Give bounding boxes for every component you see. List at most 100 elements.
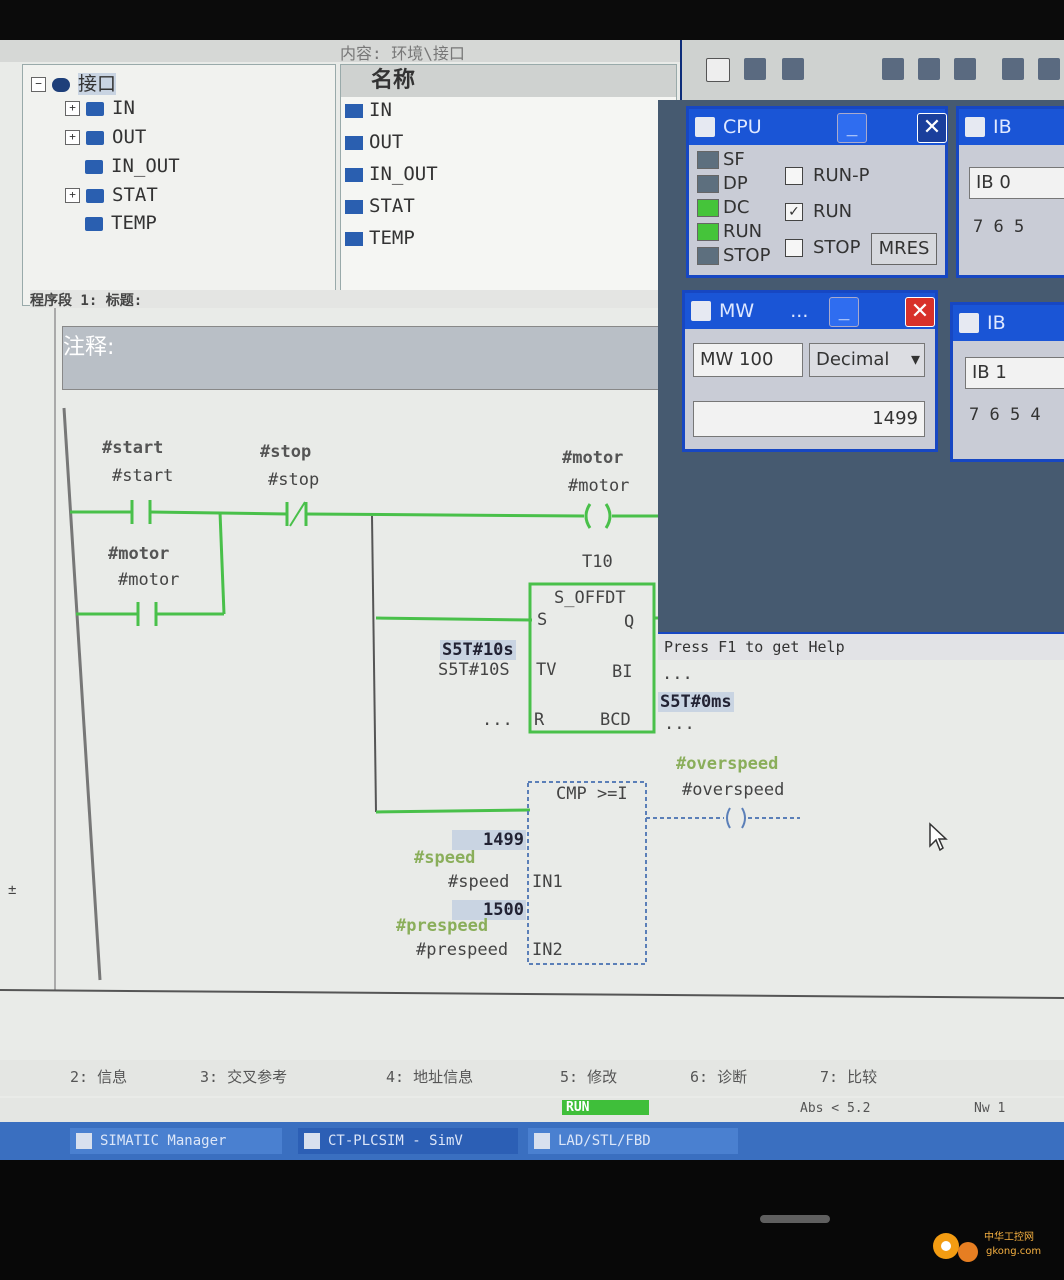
tv-status-value: S5T#10s — [440, 640, 516, 660]
mw-window-title[interactable]: MW ... — [685, 293, 935, 329]
stop-status-label: #stop — [260, 442, 312, 462]
stop-checkbox[interactable]: STOP — [785, 237, 860, 258]
minimize-button[interactable]: _ — [837, 113, 867, 143]
stop-contact-slash — [289, 501, 306, 527]
tab-address-info[interactable]: 4: 地址信息 — [386, 1066, 473, 1087]
output-tabs: 2: 信息 3: 交叉参考 4: 地址信息 5: 修改 6: 诊断 7: 比较 — [0, 1060, 1064, 1096]
prespeed-status-name: #prespeed — [396, 916, 489, 936]
ib0-window-title[interactable]: IB — [959, 109, 1064, 145]
run-p-checkbox[interactable]: RUN-P — [785, 165, 870, 186]
cpu-icon — [695, 117, 715, 137]
taskbar-simatic-manager[interactable]: SIMATIC Manager — [70, 1128, 282, 1154]
tab-compare[interactable]: 7: 比较 — [820, 1066, 877, 1087]
tree-item-in-out[interactable]: IN_OUT — [85, 155, 180, 177]
variable-icon — [86, 101, 104, 116]
variable-icon — [86, 130, 104, 145]
start-operand[interactable]: #start — [112, 466, 173, 486]
cpu-window-title[interactable]: CPU — [689, 109, 945, 145]
plcsim-icon — [304, 1133, 320, 1149]
close-button[interactable]: ✕ — [905, 297, 935, 327]
timer-s-wire — [375, 616, 533, 622]
overspeed-operand[interactable]: #overspeed — [682, 780, 784, 800]
tree-item-stat[interactable]: + STAT — [65, 184, 158, 206]
compare-type: CMP >=I — [556, 784, 628, 804]
run-checkbox[interactable]: ✓ RUN — [785, 201, 852, 222]
minimize-button[interactable]: _ — [829, 297, 859, 327]
network-title[interactable]: 程序段 1: 标题: — [30, 290, 670, 309]
mw-value-field[interactable]: 1499 — [693, 401, 925, 437]
expand-icon[interactable]: + — [65, 101, 80, 116]
list-item[interactable]: IN — [345, 99, 392, 121]
left-marker-icon: ± — [8, 882, 17, 898]
bcd-status-value: S5T#0ms — [658, 692, 734, 712]
dp-led-icon — [697, 175, 719, 193]
stop-operand[interactable]: #stop — [268, 470, 319, 490]
list-item[interactable]: OUT — [345, 131, 403, 153]
reflection — [760, 1215, 830, 1223]
copy-icon[interactable] — [918, 58, 940, 80]
tab-info[interactable]: 2: 信息 — [70, 1066, 127, 1087]
svg-text:中华工控网: 中华工控网 — [984, 1230, 1034, 1243]
list-item[interactable]: STAT — [345, 195, 415, 217]
bcd-operand[interactable]: ... — [664, 714, 695, 734]
branch-wire — [218, 511, 226, 615]
cpu-window: CPU _ ✕ SF DP DC RUN STOP RUN-P ✓ RUN STO… — [686, 106, 948, 278]
tree-item-temp[interactable]: TEMP — [85, 212, 157, 234]
lad-icon — [534, 1133, 550, 1149]
r-operand[interactable]: ... — [482, 710, 513, 730]
cut-icon[interactable] — [882, 58, 904, 80]
monitor-bezel — [0, 1160, 1064, 1280]
prespeed-operand[interactable]: #prespeed — [416, 940, 508, 960]
compare-pin-in2: IN2 — [532, 940, 563, 960]
tab-modify[interactable]: 5: 修改 — [560, 1066, 617, 1087]
expand-icon[interactable]: + — [65, 130, 80, 145]
check-icon: ✓ — [785, 203, 803, 221]
taskbar-plcsim[interactable]: CT-PLCSIM - SimV — [298, 1128, 518, 1154]
open-icon[interactable] — [744, 58, 766, 80]
timer-name[interactable]: T10 — [582, 552, 613, 572]
tv-operand[interactable]: S5T#10S — [438, 660, 510, 680]
branch-wire — [371, 515, 377, 813]
mw-address-field[interactable]: MW 100 — [693, 343, 803, 377]
speed-status-name: #speed — [414, 848, 476, 868]
list-item[interactable]: IN_OUT — [345, 163, 438, 185]
cmp-wire — [375, 808, 531, 814]
bi-operand[interactable]: ... — [662, 664, 693, 684]
format-dropdown[interactable]: Decimal ▾ — [809, 343, 925, 377]
tab-diagnose[interactable]: 6: 诊断 — [690, 1066, 747, 1087]
close-button[interactable]: ✕ — [917, 113, 947, 143]
new-icon[interactable] — [706, 58, 730, 82]
save-icon[interactable] — [782, 58, 804, 80]
insert-output-icon[interactable] — [1038, 58, 1060, 80]
plcsim-status-bar: Press F1 to get Help — [658, 632, 1064, 660]
ib1-window-title[interactable]: IB — [953, 305, 1064, 341]
ib1-address-field[interactable]: IB 1 — [965, 357, 1064, 389]
rung-wire — [149, 510, 288, 516]
speed-operand[interactable]: #speed — [448, 872, 509, 892]
tree-item-out[interactable]: + OUT — [65, 126, 146, 148]
tree-root[interactable]: − 接口 — [31, 69, 117, 96]
collapse-icon[interactable]: − — [31, 77, 46, 92]
interface-tree: − 接口 + IN + OUT IN_OUT + STAT TEMP — [22, 64, 336, 306]
motor-contact-operand[interactable]: #motor — [118, 570, 179, 590]
input-byte-icon — [965, 117, 985, 137]
led-stop: STOP — [697, 245, 770, 266]
insert-input-icon[interactable] — [1002, 58, 1024, 80]
list-item[interactable]: TEMP — [345, 227, 415, 249]
motor-coil-operand[interactable]: #motor — [568, 476, 629, 496]
expand-icon[interactable]: + — [65, 188, 80, 203]
speed-status-value: 1499 — [452, 830, 526, 850]
interface-icon — [52, 77, 70, 92]
tab-cross-ref[interactable]: 3: 交叉参考 — [200, 1066, 287, 1087]
paste-icon[interactable] — [954, 58, 976, 80]
status-bar: RUN Abs < 5.2 Nw 1 — [0, 1098, 1064, 1122]
network-number: Nw 1 — [974, 1101, 1006, 1116]
network-comment[interactable]: 注释: — [62, 326, 672, 390]
ib0-bit-labels: 7 6 5 — [973, 217, 1025, 237]
ib0-address-field[interactable]: IB 0 — [969, 167, 1064, 199]
taskbar-lad-editor[interactable]: LAD/STL/FBD — [528, 1128, 738, 1154]
tree-item-in[interactable]: + IN — [65, 97, 135, 119]
list-header-name[interactable]: 名称 — [341, 65, 676, 97]
mres-button[interactable]: MRES — [871, 233, 937, 265]
start-status-label: #start — [102, 438, 164, 458]
